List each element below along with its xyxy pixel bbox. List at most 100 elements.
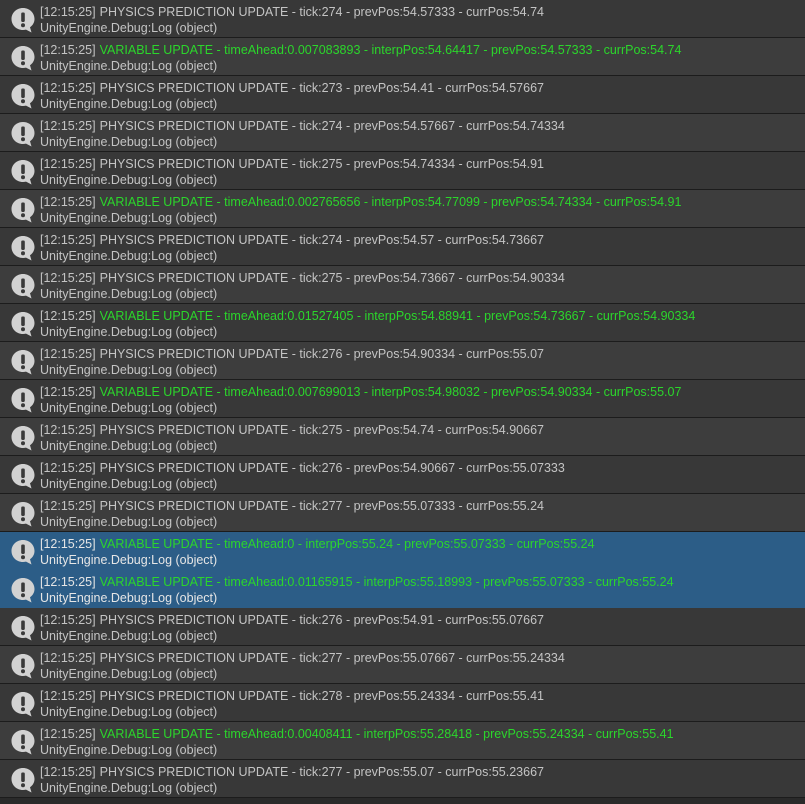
log-message: PHYSICS PREDICTION UPDATE - tick:274 - p… <box>99 119 565 133</box>
info-message-icon <box>9 500 37 528</box>
log-entry-21[interactable]: [12:15:25] PHYSICS PREDICTION UPDATE - ti… <box>0 760 805 798</box>
info-message-icon <box>9 386 37 414</box>
log-entry-5[interactable]: [12:15:25] PHYSICS PREDICTION UPDATE - ti… <box>0 152 805 190</box>
log-message: VARIABLE UPDATE - timeAhead:0.002765656 … <box>99 195 682 209</box>
log-timestamp: [12:15:25] <box>40 461 96 475</box>
log-message: PHYSICS PREDICTION UPDATE - tick:276 - p… <box>99 613 544 627</box>
log-entry-16[interactable]: [12:15:25] VARIABLE UPDATE - timeAhead:0.… <box>0 570 805 608</box>
log-message: VARIABLE UPDATE - timeAhead:0 - interpPo… <box>99 537 595 551</box>
log-message: VARIABLE UPDATE - timeAhead:0.007083893 … <box>99 43 682 57</box>
console-log-list[interactable]: [12:15:25] PHYSICS PREDICTION UPDATE - ti… <box>0 0 805 804</box>
log-message: VARIABLE UPDATE - timeAhead:0.01527405 -… <box>99 309 696 323</box>
log-stack-source: UnityEngine.Debug:Log (object) <box>40 135 218 149</box>
log-entry-17[interactable]: [12:15:25] PHYSICS PREDICTION UPDATE - ti… <box>0 608 805 646</box>
log-timestamp: [12:15:25] <box>40 537 96 551</box>
log-entry-6[interactable]: [12:15:25] VARIABLE UPDATE - timeAhead:0.… <box>0 190 805 228</box>
log-stack-source: UnityEngine.Debug:Log (object) <box>40 211 218 225</box>
log-stack-source: UnityEngine.Debug:Log (object) <box>40 553 218 567</box>
log-timestamp: [12:15:25] <box>40 727 96 741</box>
log-timestamp: [12:15:25] <box>40 43 96 57</box>
log-stack-source: UnityEngine.Debug:Log (object) <box>40 97 218 111</box>
log-message-line: [12:15:25] VARIABLE UPDATE - timeAhead:0.… <box>40 195 681 210</box>
log-entry-3[interactable]: [12:15:25] PHYSICS PREDICTION UPDATE - ti… <box>0 76 805 114</box>
info-message-icon <box>9 310 37 338</box>
log-timestamp: [12:15:25] <box>40 5 96 19</box>
info-message-icon <box>9 728 37 756</box>
log-timestamp: [12:15:25] <box>40 195 96 209</box>
log-stack-source: UnityEngine.Debug:Log (object) <box>40 705 218 719</box>
log-entry-19[interactable]: [12:15:25] PHYSICS PREDICTION UPDATE - ti… <box>0 684 805 722</box>
log-message-line: [12:15:25] PHYSICS PREDICTION UPDATE - ti… <box>40 423 544 438</box>
log-message-line: [12:15:25] PHYSICS PREDICTION UPDATE - ti… <box>40 499 544 514</box>
log-entry-10[interactable]: [12:15:25] PHYSICS PREDICTION UPDATE - ti… <box>0 342 805 380</box>
log-timestamp: [12:15:25] <box>40 385 96 399</box>
log-timestamp: [12:15:25] <box>40 651 96 665</box>
log-message-line: [12:15:25] PHYSICS PREDICTION UPDATE - ti… <box>40 81 544 96</box>
log-message: PHYSICS PREDICTION UPDATE - tick:277 - p… <box>99 765 544 779</box>
log-message-line: [12:15:25] PHYSICS PREDICTION UPDATE - ti… <box>40 271 565 286</box>
info-message-icon <box>9 462 37 490</box>
log-message-line: [12:15:25] VARIABLE UPDATE - timeAhead:0.… <box>40 727 674 742</box>
info-message-icon <box>9 44 37 72</box>
info-message-icon <box>9 614 37 642</box>
log-stack-source: UnityEngine.Debug:Log (object) <box>40 21 218 35</box>
log-stack-source: UnityEngine.Debug:Log (object) <box>40 477 218 491</box>
log-message: PHYSICS PREDICTION UPDATE - tick:274 - p… <box>99 5 544 19</box>
info-message-icon <box>9 158 37 186</box>
log-timestamp: [12:15:25] <box>40 271 96 285</box>
log-message-line: [12:15:25] VARIABLE UPDATE - timeAhead:0.… <box>40 575 674 590</box>
log-stack-source: UnityEngine.Debug:Log (object) <box>40 287 218 301</box>
log-message: PHYSICS PREDICTION UPDATE - tick:277 - p… <box>99 651 565 665</box>
log-entry-1[interactable]: [12:15:25] PHYSICS PREDICTION UPDATE - ti… <box>0 0 805 38</box>
log-stack-source: UnityEngine.Debug:Log (object) <box>40 743 218 757</box>
info-message-icon <box>9 690 37 718</box>
info-message-icon <box>9 766 37 794</box>
info-message-icon <box>9 234 37 262</box>
log-message-line: [12:15:25] VARIABLE UPDATE - timeAhead:0.… <box>40 309 695 324</box>
log-message-line: [12:15:25] VARIABLE UPDATE - timeAhead:0.… <box>40 43 681 58</box>
log-stack-source: UnityEngine.Debug:Log (object) <box>40 629 218 643</box>
log-stack-source: UnityEngine.Debug:Log (object) <box>40 439 218 453</box>
log-entry-7[interactable]: [12:15:25] PHYSICS PREDICTION UPDATE - ti… <box>0 228 805 266</box>
log-entry-12[interactable]: [12:15:25] PHYSICS PREDICTION UPDATE - ti… <box>0 418 805 456</box>
log-stack-source: UnityEngine.Debug:Log (object) <box>40 781 218 795</box>
log-entry-4[interactable]: [12:15:25] PHYSICS PREDICTION UPDATE - ti… <box>0 114 805 152</box>
log-stack-source: UnityEngine.Debug:Log (object) <box>40 59 218 73</box>
log-timestamp: [12:15:25] <box>40 81 96 95</box>
log-timestamp: [12:15:25] <box>40 575 96 589</box>
log-timestamp: [12:15:25] <box>40 689 96 703</box>
log-message-line: [12:15:25] PHYSICS PREDICTION UPDATE - ti… <box>40 347 544 362</box>
log-timestamp: [12:15:25] <box>40 423 96 437</box>
info-message-icon <box>9 424 37 452</box>
log-stack-source: UnityEngine.Debug:Log (object) <box>40 173 218 187</box>
info-message-icon <box>9 196 37 224</box>
log-entry-9[interactable]: [12:15:25] VARIABLE UPDATE - timeAhead:0.… <box>0 304 805 342</box>
info-message-icon <box>9 82 37 110</box>
log-message-line: [12:15:25] VARIABLE UPDATE - timeAhead:0.… <box>40 385 681 400</box>
log-message-line: [12:15:25] PHYSICS PREDICTION UPDATE - ti… <box>40 461 565 476</box>
log-message-line: [12:15:25] PHYSICS PREDICTION UPDATE - ti… <box>40 233 544 248</box>
log-stack-source: UnityEngine.Debug:Log (object) <box>40 667 218 681</box>
log-entry-13[interactable]: [12:15:25] PHYSICS PREDICTION UPDATE - ti… <box>0 456 805 494</box>
log-entry-11[interactable]: [12:15:25] VARIABLE UPDATE - timeAhead:0.… <box>0 380 805 418</box>
log-stack-source: UnityEngine.Debug:Log (object) <box>40 325 218 339</box>
log-stack-source: UnityEngine.Debug:Log (object) <box>40 515 218 529</box>
log-timestamp: [12:15:25] <box>40 765 96 779</box>
log-message-line: [12:15:25] PHYSICS PREDICTION UPDATE - ti… <box>40 689 544 704</box>
log-stack-source: UnityEngine.Debug:Log (object) <box>40 591 218 605</box>
log-entry-18[interactable]: [12:15:25] PHYSICS PREDICTION UPDATE - ti… <box>0 646 805 684</box>
log-entry-15[interactable]: [12:15:25] VARIABLE UPDATE - timeAhead:0 … <box>0 532 805 570</box>
log-entry-20[interactable]: [12:15:25] VARIABLE UPDATE - timeAhead:0.… <box>0 722 805 760</box>
log-message: PHYSICS PREDICTION UPDATE - tick:275 - p… <box>99 423 544 437</box>
log-message-line: [12:15:25] PHYSICS PREDICTION UPDATE - ti… <box>40 765 544 780</box>
info-message-icon <box>9 6 37 34</box>
log-stack-source: UnityEngine.Debug:Log (object) <box>40 401 218 415</box>
info-message-icon <box>9 652 37 680</box>
log-entry-14[interactable]: [12:15:25] PHYSICS PREDICTION UPDATE - ti… <box>0 494 805 532</box>
log-timestamp: [12:15:25] <box>40 347 96 361</box>
log-entry-8[interactable]: [12:15:25] PHYSICS PREDICTION UPDATE - ti… <box>0 266 805 304</box>
log-message: PHYSICS PREDICTION UPDATE - tick:277 - p… <box>99 499 544 513</box>
info-message-icon <box>9 348 37 376</box>
log-message: PHYSICS PREDICTION UPDATE - tick:274 - p… <box>99 233 544 247</box>
log-entry-2[interactable]: [12:15:25] VARIABLE UPDATE - timeAhead:0.… <box>0 38 805 76</box>
